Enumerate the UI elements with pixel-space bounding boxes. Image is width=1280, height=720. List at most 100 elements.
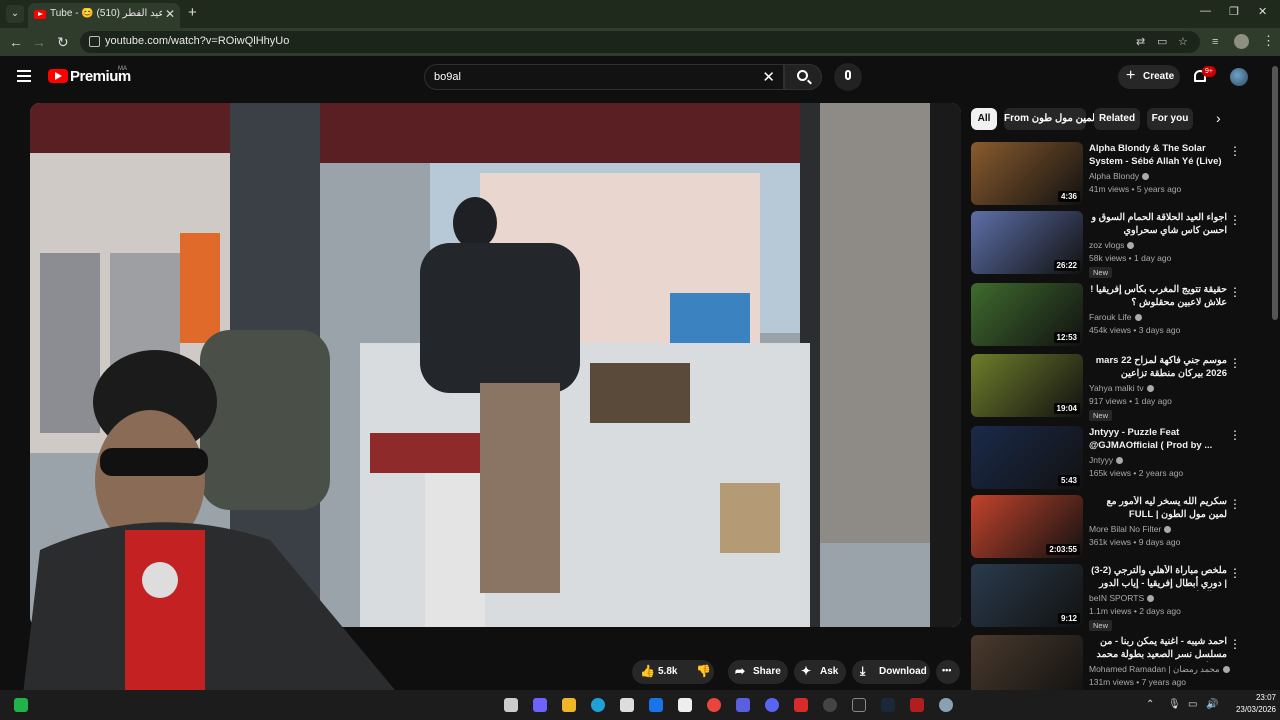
- channel-label[interactable]: Farouk Life: [1089, 312, 1132, 322]
- channel-name[interactable]: Alpha Blondy: [1089, 171, 1150, 181]
- video-thumbnail[interactable]: 26:22: [971, 211, 1083, 274]
- forward-arrow-icon[interactable]: →: [32, 34, 46, 50]
- video-title[interactable]: حقيقة تتويج المغرب بكأس إفريقيا ! علاش ل…: [1089, 284, 1227, 309]
- video-options-icon[interactable]: ⋮: [1229, 144, 1241, 158]
- tab-search-button[interactable]: ⌄: [6, 5, 24, 23]
- chip-related[interactable]: Related: [1094, 108, 1140, 130]
- channel-name[interactable]: More Bilal No Filter: [1089, 524, 1172, 534]
- create-button[interactable]: + Create: [1118, 65, 1180, 89]
- url-text[interactable]: youtube.com/watch?v=ROiwQlHhyUo: [105, 35, 289, 47]
- channel-label[interactable]: More Bilal No Filter: [1089, 524, 1161, 534]
- back-arrow-icon[interactable]: ←: [9, 34, 23, 50]
- video-title[interactable]: احمد شيبه - اغنية يمكن ربنا - من مسلسل ن…: [1089, 636, 1227, 662]
- store-icon[interactable]: [620, 698, 634, 712]
- thumbs-up-icon[interactable]: 👍: [640, 664, 655, 678]
- steam-icon[interactable]: [881, 698, 895, 712]
- video-options-icon[interactable]: ⋮: [1229, 637, 1241, 651]
- channel-label[interactable]: Mohamed Ramadan | محمد رمضان: [1089, 664, 1220, 674]
- video-thumbnail[interactable]: [971, 635, 1083, 698]
- video-thumbnail[interactable]: 5:43: [971, 426, 1083, 489]
- search-query[interactable]: bo9al: [434, 71, 461, 83]
- video-options-icon[interactable]: ⋮: [1229, 356, 1241, 370]
- youtube-logo-icon[interactable]: [48, 69, 68, 83]
- video-thumbnail[interactable]: 12:53: [971, 283, 1083, 346]
- bookmark-star-icon[interactable]: ☆: [1178, 35, 1188, 48]
- channel-label[interactable]: zoz vlogs: [1089, 240, 1124, 250]
- photos-icon[interactable]: [678, 698, 692, 712]
- video-thumbnail[interactable]: 19:04: [971, 354, 1083, 417]
- channel-name[interactable]: Farouk Life: [1089, 312, 1142, 322]
- settings-gear-icon[interactable]: [939, 698, 953, 712]
- recommendation-item[interactable]: 12:53 حقيقة تتويج المغرب بكأس إفريقيا ! ع…: [971, 283, 1251, 349]
- video-title[interactable]: Jntyyy - Puzzle Feat @GJMAOfficial ( Pro…: [1089, 427, 1227, 452]
- video-title[interactable]: اجواء العيد الحلاقة الحمام السوق و احسن …: [1089, 212, 1227, 237]
- channel-label[interactable]: Jntyyy: [1089, 455, 1113, 465]
- tab-close-icon[interactable]: ✕: [165, 7, 175, 21]
- window-close-icon[interactable]: ✕: [1258, 5, 1267, 18]
- channel-name[interactable]: Yahya malki tv: [1089, 383, 1154, 393]
- browser-menu-icon[interactable]: ⋮: [1262, 33, 1275, 49]
- channel-name[interactable]: zoz vlogs: [1089, 240, 1135, 250]
- network-icon[interactable]: ▭: [1188, 699, 1197, 710]
- ask-button[interactable]: ✦ Ask: [794, 660, 846, 684]
- tray-chevron-up-icon[interactable]: ⌃: [1146, 699, 1154, 710]
- cast-icon[interactable]: ▭: [1157, 35, 1167, 48]
- video-title[interactable]: Alpha Blondy & The Solar System - Sébé A…: [1089, 143, 1227, 168]
- discord-icon[interactable]: [765, 698, 779, 712]
- video-options-icon[interactable]: ⋮: [1229, 213, 1241, 227]
- obs-icon[interactable]: [823, 698, 837, 712]
- video-options-icon[interactable]: ⋮: [1229, 566, 1241, 580]
- clock-date[interactable]: 23/03/2026: [1226, 705, 1276, 714]
- adobe-icon[interactable]: [794, 698, 808, 712]
- voice-search-button[interactable]: [834, 63, 862, 91]
- chip-from-channel[interactable]: From لمين مول طون: [1004, 108, 1095, 130]
- outlook-icon[interactable]: [649, 698, 663, 712]
- download-button[interactable]: ⤓ Download: [852, 660, 930, 684]
- video-thumbnail[interactable]: 4:36: [971, 142, 1083, 205]
- chip-for-you[interactable]: For you: [1147, 108, 1193, 130]
- video-title[interactable]: ملخص مباراة الأهلي والترجي (2-3) | دوري …: [1089, 565, 1227, 591]
- clear-search-icon[interactable]: ✕: [762, 68, 775, 86]
- epic-games-icon[interactable]: [852, 698, 866, 712]
- video-thumbnail[interactable]: 9:12: [971, 564, 1083, 627]
- browser-profile-avatar[interactable]: [1234, 34, 1249, 49]
- reading-list-icon[interactable]: ≡: [1212, 36, 1218, 48]
- microphone-tray-icon[interactable]: 🎙: [1168, 699, 1181, 710]
- account-avatar[interactable]: [1230, 68, 1248, 86]
- channel-name[interactable]: beIN SPORTS: [1089, 593, 1155, 603]
- streaming-app-icon[interactable]: [910, 698, 924, 712]
- video-thumbnail[interactable]: 2:03:55: [971, 495, 1083, 558]
- channel-name[interactable]: Jntyyy: [1089, 455, 1124, 465]
- video-title[interactable]: سكريم الله يسخر ليه الأمور مع لمين مول ا…: [1089, 496, 1227, 522]
- channel-label[interactable]: Alpha Blondy: [1089, 171, 1139, 181]
- channel-label[interactable]: beIN SPORTS: [1089, 593, 1144, 603]
- file-explorer-icon[interactable]: [562, 698, 576, 712]
- new-tab-button[interactable]: +: [188, 4, 197, 21]
- minimize-icon[interactable]: —: [1200, 5, 1211, 17]
- address-bar[interactable]: youtube.com/watch?v=ROiwQlHhyUo ⇄ ▭ ☆: [80, 31, 1200, 53]
- recommendation-item[interactable]: 19:04 موسم جني فاكهة لمزاح 22 mars 2026 ب…: [971, 354, 1251, 421]
- video-title[interactable]: موسم جني فاكهة لمزاح 22 mars 2026 بيركان…: [1089, 355, 1227, 380]
- recommendation-item[interactable]: 4:36 Alpha Blondy & The Solar System - Sé…: [971, 142, 1251, 208]
- clock-time[interactable]: 23:07: [1236, 693, 1276, 702]
- search-button[interactable]: [784, 64, 822, 90]
- app-icon[interactable]: [14, 698, 28, 712]
- gamepad-icon[interactable]: [736, 698, 750, 712]
- restore-icon[interactable]: ❐: [1229, 5, 1239, 18]
- more-actions-button[interactable]: •••: [936, 660, 960, 684]
- video-options-icon[interactable]: ⋮: [1229, 497, 1241, 511]
- video-options-icon[interactable]: ⋮: [1229, 285, 1241, 299]
- copilot-icon[interactable]: [533, 698, 547, 712]
- channel-name[interactable]: Mohamed Ramadan | محمد رمضان: [1089, 664, 1230, 675]
- share-button[interactable]: ➦ Share: [728, 660, 788, 684]
- edge-icon[interactable]: [591, 698, 605, 712]
- channel-label[interactable]: Yahya malki tv: [1089, 383, 1144, 393]
- chevron-right-icon[interactable]: ›: [1216, 110, 1221, 126]
- hamburger-menu-icon[interactable]: [17, 70, 31, 82]
- recommendation-item[interactable]: 9:12 ملخص مباراة الأهلي والترجي (2-3) | د…: [971, 564, 1251, 631]
- chrome-icon[interactable]: [707, 698, 721, 712]
- page-scrollbar[interactable]: [1272, 66, 1278, 320]
- reload-icon[interactable]: ↻: [57, 34, 69, 51]
- video-options-icon[interactable]: ⋮: [1229, 428, 1241, 442]
- thumbs-down-icon[interactable]: 👎: [696, 664, 711, 678]
